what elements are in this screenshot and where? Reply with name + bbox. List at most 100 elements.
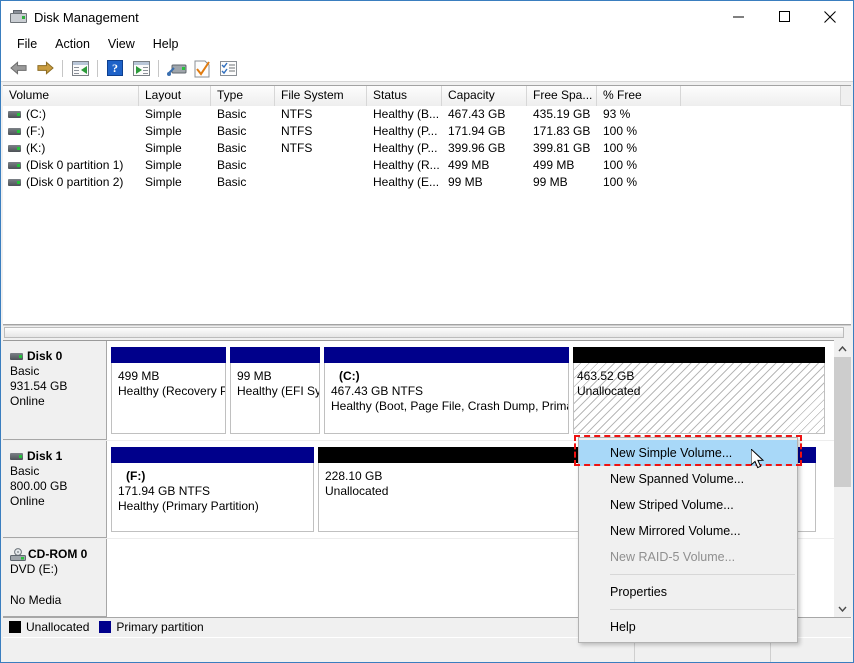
menu-item-label: Properties bbox=[610, 585, 667, 599]
partition-size: 99 MB bbox=[237, 369, 314, 384]
cell-free-space: 171.83 GB bbox=[527, 123, 597, 140]
cell-percent-free: 100 % bbox=[597, 157, 681, 174]
column-header-layout[interactable]: Layout bbox=[139, 86, 211, 106]
disk-size: 931.54 GB bbox=[10, 379, 106, 393]
disk-name: Disk 1 bbox=[27, 449, 62, 463]
menu-item-label: New Mirrored Volume... bbox=[610, 524, 741, 538]
cell-volume-label: (F:) bbox=[26, 123, 45, 140]
menu-item-new-striped-volume[interactable]: New Striped Volume... bbox=[579, 492, 797, 518]
mouse-cursor bbox=[751, 449, 766, 474]
cell-layout: Simple bbox=[139, 123, 211, 140]
cell-free-space: 435.19 GB bbox=[527, 106, 597, 123]
disk-name: CD-ROM 0 bbox=[28, 547, 87, 561]
partition-unallocated-disk-1[interactable]: 228.10 GB Unallocated bbox=[318, 447, 588, 532]
partition-color-bar bbox=[111, 347, 226, 363]
show-hide-console-tree-icon[interactable] bbox=[67, 56, 93, 80]
volume-list-pane: Volume Layout Type File System Status Ca… bbox=[3, 85, 851, 325]
cell-status: Healthy (E... bbox=[367, 174, 442, 191]
disk-info-cdrom-0[interactable]: CD-ROM 0 DVD (E:) No Media bbox=[3, 539, 107, 617]
legend-swatch-primary bbox=[99, 621, 111, 633]
scrollbar-thumb[interactable] bbox=[834, 357, 851, 487]
legend-item-primary-partition: Primary partition bbox=[99, 620, 203, 634]
scrollbar-track[interactable] bbox=[834, 357, 851, 600]
partition-size: 463.52 GB bbox=[577, 369, 819, 384]
legend-label-unallocated: Unallocated bbox=[26, 620, 89, 634]
help-icon[interactable]: ? bbox=[102, 56, 128, 80]
partition-status: Unallocated bbox=[325, 484, 582, 499]
table-row[interactable]: (C:) Simple Basic NTFS Healthy (B... 467… bbox=[3, 106, 851, 123]
table-row[interactable]: (F:) Simple Basic NTFS Healthy (P... 171… bbox=[3, 123, 851, 140]
column-header-free-space[interactable]: Free Spa... bbox=[527, 86, 597, 106]
disk-row-disk-0[interactable]: Disk 0 Basic 931.54 GB Online 499 MB Hea… bbox=[3, 341, 851, 441]
cell-capacity: 467.43 GB bbox=[442, 106, 527, 123]
partition-status: Healthy (EFI Sy bbox=[237, 384, 314, 399]
partition-color-bar bbox=[230, 347, 320, 363]
partition-f[interactable]: (F:) 171.94 GB NTFS Healthy (Primary Par… bbox=[111, 447, 314, 532]
partition-body: (F:) 171.94 GB NTFS Healthy (Primary Par… bbox=[111, 463, 314, 532]
disk-info-disk-1[interactable]: Disk 1 Basic 800.00 GB Online bbox=[3, 441, 107, 538]
cell-volume: (F:) bbox=[3, 123, 139, 140]
column-header-file-system[interactable]: File System bbox=[275, 86, 367, 106]
partition-body: (C:) 467.43 GB NTFS Healthy (Boot, Page … bbox=[324, 363, 569, 434]
column-header-volume[interactable]: Volume bbox=[3, 86, 139, 106]
column-header-type[interactable]: Type bbox=[211, 86, 275, 106]
rescan-disks-icon[interactable] bbox=[163, 56, 189, 80]
disk-icon bbox=[10, 353, 23, 360]
disk-pane-vertical-scrollbar[interactable] bbox=[834, 340, 851, 617]
partition-c[interactable]: (C:) 467.43 GB NTFS Healthy (Boot, Page … bbox=[324, 347, 569, 434]
menu-file[interactable]: File bbox=[8, 35, 46, 53]
partition-recovery[interactable]: 499 MB Healthy (Recovery P bbox=[111, 347, 226, 434]
disk-0-name-row: Disk 0 bbox=[10, 349, 106, 363]
partition-status: Unallocated bbox=[577, 384, 819, 399]
cell-free-space: 399.81 GB bbox=[527, 140, 597, 157]
table-row[interactable]: (K:) Simple Basic NTFS Healthy (P... 399… bbox=[3, 140, 851, 157]
table-row[interactable]: (Disk 0 partition 1) Simple Basic Health… bbox=[3, 157, 851, 174]
minimize-button[interactable] bbox=[715, 1, 761, 32]
cell-volume: (Disk 0 partition 2) bbox=[3, 174, 139, 191]
forward-icon[interactable] bbox=[32, 56, 58, 80]
partition-unallocated-disk-0[interactable]: 463.52 GB Unallocated bbox=[573, 347, 825, 434]
volume-list-header: Volume Layout Type File System Status Ca… bbox=[3, 86, 851, 106]
disk-management-icon bbox=[10, 10, 27, 25]
column-header-percent-free[interactable]: % Free bbox=[597, 86, 681, 106]
volume-icon bbox=[8, 128, 21, 135]
volume-icon bbox=[8, 179, 21, 186]
show-hide-action-pane-icon[interactable] bbox=[128, 56, 154, 80]
menu-item-properties[interactable]: Properties bbox=[579, 579, 797, 605]
cell-type: Basic bbox=[211, 157, 275, 174]
menu-item-label: New Spanned Volume... bbox=[610, 472, 744, 486]
properties-icon[interactable] bbox=[189, 56, 215, 80]
volume-list-horizontal-scrollbar[interactable] bbox=[3, 325, 851, 339]
cell-layout: Simple bbox=[139, 106, 211, 123]
menu-item-label: New Striped Volume... bbox=[610, 498, 734, 512]
column-header-capacity[interactable]: Capacity bbox=[442, 86, 527, 106]
scroll-up-button[interactable] bbox=[834, 340, 851, 357]
menu-item-help[interactable]: Help bbox=[579, 614, 797, 640]
cell-layout: Simple bbox=[139, 174, 211, 191]
maximize-button[interactable] bbox=[761, 1, 807, 32]
menu-view[interactable]: View bbox=[99, 35, 144, 53]
menu-item-new-mirrored-volume[interactable]: New Mirrored Volume... bbox=[579, 518, 797, 544]
scroll-down-button[interactable] bbox=[834, 600, 851, 617]
scrollbar-thumb[interactable] bbox=[4, 327, 844, 338]
menu-item-label: Help bbox=[610, 620, 636, 634]
toolbar-separator-3 bbox=[158, 60, 159, 77]
partition-size: 467.43 GB NTFS bbox=[331, 384, 563, 399]
cell-layout: Simple bbox=[139, 140, 211, 157]
cell-type: Basic bbox=[211, 106, 275, 123]
column-header-status[interactable]: Status bbox=[367, 86, 442, 106]
partition-efi[interactable]: 99 MB Healthy (EFI Sy bbox=[230, 347, 320, 434]
table-row[interactable]: (Disk 0 partition 2) Simple Basic Health… bbox=[3, 174, 851, 191]
cell-status: Healthy (R... bbox=[367, 157, 442, 174]
disk-info-disk-0[interactable]: Disk 0 Basic 931.54 GB Online bbox=[3, 341, 107, 440]
back-icon[interactable] bbox=[6, 56, 32, 80]
list-view-icon[interactable] bbox=[215, 56, 241, 80]
menu-action[interactable]: Action bbox=[46, 35, 99, 53]
menu-separator-2 bbox=[610, 609, 795, 610]
close-button[interactable] bbox=[807, 1, 853, 32]
menu-help[interactable]: Help bbox=[144, 35, 188, 53]
disk-size: 800.00 GB bbox=[10, 479, 106, 493]
menu-item-new-raid-5-volume: New RAID-5 Volume... bbox=[579, 544, 797, 570]
cell-type: Basic bbox=[211, 123, 275, 140]
column-header-blank[interactable] bbox=[681, 86, 841, 106]
